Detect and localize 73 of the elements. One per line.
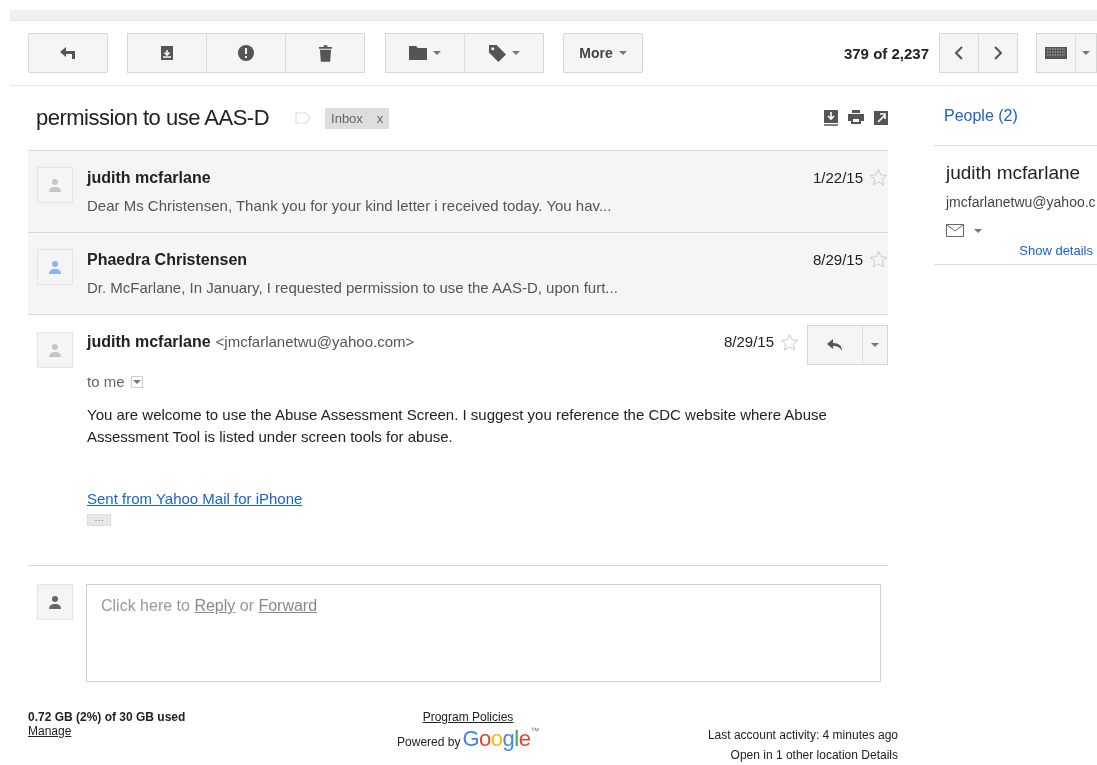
google-logo: Google™ <box>462 726 539 752</box>
print-icon[interactable] <box>848 110 864 124</box>
label-button[interactable] <box>464 33 544 73</box>
caret-icon <box>511 51 520 55</box>
chevron-right-icon <box>994 46 1002 60</box>
details-link[interactable]: Details <box>861 748 898 762</box>
tag-icon <box>488 44 506 62</box>
caret-icon <box>871 343 879 347</box>
forward-link[interactable]: Forward <box>258 597 318 614</box>
message-row[interactable]: judith mcfarlane 1/22/15 Dear Ms Christensen, Thank you for your kind letter i received today. You hav... <box>28 150 888 232</box>
sender-name: Phaedra Christensen <box>87 250 248 269</box>
chevron-left-icon <box>955 46 963 60</box>
keyboard-icon <box>1045 47 1067 59</box>
exclamation-icon <box>238 45 254 61</box>
message-date: 1/22/15 <box>812 169 863 186</box>
caret-icon <box>1082 51 1090 55</box>
message-counter: 379 of 2,237 <box>843 44 929 62</box>
manage-link[interactable]: Manage <box>28 724 72 738</box>
spam-button[interactable] <box>206 33 286 73</box>
reply-prompt[interactable]: Click here to Reply or Forward <box>86 584 881 682</box>
show-trimmed-button[interactable]: ··· <box>87 514 111 526</box>
caret-icon <box>132 379 141 384</box>
reply-link[interactable]: Reply <box>194 597 236 614</box>
archive-icon <box>160 46 174 60</box>
signature-link[interactable]: Sent from Yahoo Mail for iPhone <box>87 490 303 507</box>
envelope-icon[interactable] <box>946 224 964 237</box>
recipient-text: to me <box>87 373 125 390</box>
label-text: Inbox <box>331 110 363 126</box>
star-icon[interactable] <box>869 250 888 269</box>
next-button[interactable] <box>978 33 1018 73</box>
people-heading[interactable]: People (2) <box>934 86 1097 145</box>
archive-button[interactable] <box>127 33 207 73</box>
more-button[interactable]: More <box>563 33 643 73</box>
other-location-text: Open in 1 other location <box>730 748 858 762</box>
move-button[interactable] <box>385 33 465 73</box>
folder-icon <box>409 46 427 60</box>
download-icon[interactable] <box>824 110 838 126</box>
message-body: You are welcome to use the Abuse Assessment Screen. I suggest you reference the CDC website where Abuse Assessment Tool is listed under screen tools for abuse. <box>87 405 827 447</box>
sender-name: judith mcfarlane <box>87 333 211 351</box>
reply-icon <box>827 339 843 351</box>
input-tools-button[interactable] <box>1036 33 1076 73</box>
program-policies-link[interactable]: Program Policies <box>422 710 514 724</box>
message-snippet: Dr. McFarlane, In January, I requested permission to use the AAS-D, upon furt... <box>87 279 619 296</box>
input-tools-menu[interactable] <box>1075 33 1097 73</box>
message-snippet: Dear Ms Christensen, Thank you for your kind letter i received today. You hav... <box>87 197 613 214</box>
star-icon[interactable] <box>869 168 888 187</box>
star-icon[interactable] <box>780 333 799 352</box>
avatar-icon <box>48 343 62 357</box>
message-date: 8/29/15 <box>723 333 774 350</box>
new-window-icon[interactable] <box>874 110 888 126</box>
caret-icon <box>974 228 982 233</box>
thread-subject: permission to use AAS-D <box>36 105 270 131</box>
contact-email: jmcfarlanetwu@yahoo.c <box>946 194 1097 210</box>
avatar-icon <box>48 595 62 609</box>
reply-button[interactable] <box>807 325 863 365</box>
reply-button[interactable] <box>28 33 108 73</box>
storage-usage: 0.72 GB (2%) of 30 GB used <box>28 710 187 724</box>
caret-icon <box>618 51 627 55</box>
delete-button[interactable] <box>285 33 365 73</box>
caret-icon <box>433 51 441 55</box>
trash-icon <box>318 44 332 62</box>
remove-label-button[interactable]: x <box>376 110 384 126</box>
previous-button[interactable] <box>939 33 979 73</box>
account-activity: Last account activity: 4 minutes ago <box>707 728 898 742</box>
details-toggle[interactable] <box>130 375 143 388</box>
message-date: 8/29/15 <box>812 251 863 268</box>
show-details-link[interactable]: Show details <box>946 243 1097 258</box>
message-row[interactable]: Phaedra Christensen 8/29/15 Dr. McFarlane, In January, I requested permission to use the AAS-D, upon furt... <box>28 232 888 314</box>
reply-icon <box>60 47 76 59</box>
sender-name: judith mcfarlane <box>87 168 211 187</box>
contact-name: judith mcfarlane <box>946 162 1082 184</box>
powered-by-text: Powered by <box>397 735 461 749</box>
sender-email: <jmcfarlanetwu@yahoo.com> <box>215 333 415 350</box>
